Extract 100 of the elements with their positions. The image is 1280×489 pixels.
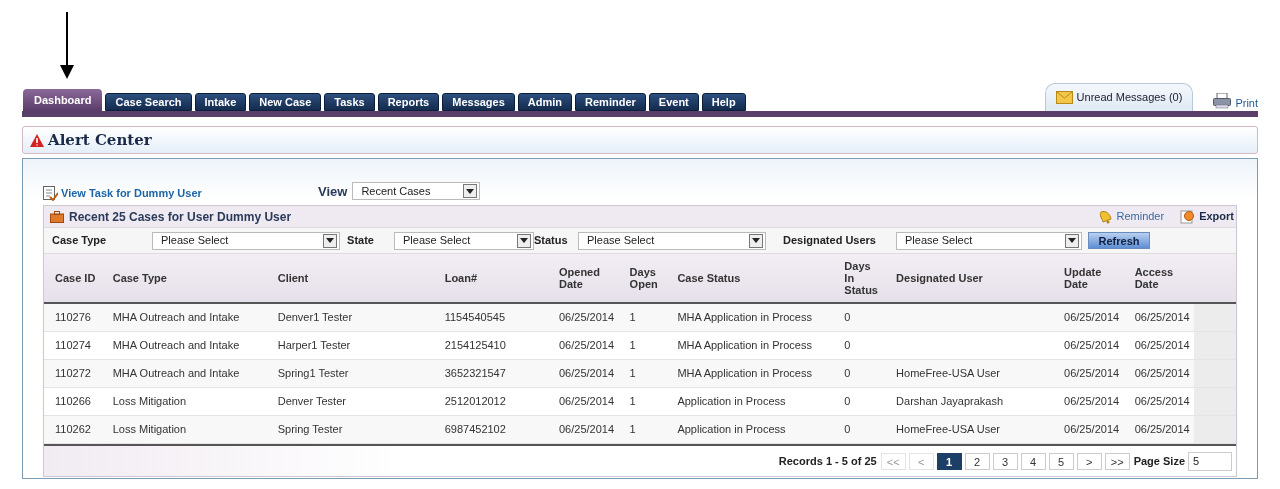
- page-button[interactable]: >>: [1104, 452, 1130, 470]
- nav-tab[interactable]: Admin: [517, 93, 573, 111]
- table-row[interactable]: 110266 Loss Mitigation Denver Tester 2512012012 06/25/2014 1 Application in Process 0 Darshan Jayaprakash 06/25/2014 06/25/2014: [44, 388, 1236, 416]
- page-button[interactable]: >: [1076, 452, 1102, 470]
- table-cell-text: 1154540545: [444, 310, 506, 326]
- table-cell-text: MHA Application in Process: [677, 366, 812, 382]
- page-button[interactable]: 3: [992, 452, 1018, 470]
- column-header[interactable]: Days Open: [629, 266, 658, 290]
- printer-icon[interactable]: [1213, 93, 1232, 109]
- down-arrow-drawing: [60, 12, 74, 79]
- column-header[interactable]: Client: [277, 272, 309, 284]
- table-cell-text: 110262: [55, 422, 91, 438]
- table-row[interactable]: 110262 Loss Mitigation Spring Tester 6987452102 06/25/2014 1 Application in Process 0 HomeFree-USA User 06/25/2014 06/25/2014: [44, 416, 1236, 444]
- nav-tab[interactable]: Intake: [194, 93, 247, 111]
- filter-label: Status: [534, 233, 569, 249]
- export-link[interactable]: Export: [1199, 208, 1234, 225]
- table-cell-text: MHA Outreach and Intake: [112, 366, 240, 382]
- table-cell-text: 06/25/2014: [559, 422, 615, 438]
- table-row[interactable]: 110274 MHA Outreach and Intake Harper1 Tester 2154125410 06/25/2014 1 MHA Application in Process 0 06/25/2014 06/25/2014: [44, 332, 1236, 360]
- alert-center-title: Alert Center: [48, 129, 152, 151]
- column-header[interactable]: Designated User: [896, 272, 983, 284]
- view-task-link[interactable]: View Task for Dummy User: [61, 184, 202, 201]
- table-cell-text: HomeFree-USA User: [896, 366, 1000, 382]
- table-cell-text: Darshan Jayaprakash: [896, 394, 1004, 410]
- table-cell-text: MHA Application in Process: [677, 338, 812, 354]
- refresh-button[interactable]: Refresh: [1088, 232, 1150, 249]
- dropdown-caret-icon[interactable]: [1065, 233, 1079, 248]
- table-cell-text: 06/25/2014: [1134, 394, 1190, 410]
- nav-tab[interactable]: Dashboard: [23, 89, 103, 111]
- table-cell-text: 2154125410: [444, 338, 506, 354]
- table-cell-text: 06/25/2014: [1064, 394, 1120, 410]
- table-cell-text: 06/25/2014: [559, 338, 615, 354]
- page-size-label: Page Size: [1133, 453, 1185, 469]
- table-cell-text: 1: [629, 422, 636, 438]
- page-button[interactable]: 4: [1020, 452, 1046, 470]
- table-cell-text: 06/25/2014: [1064, 366, 1120, 382]
- column-header[interactable]: Case Type: [112, 272, 167, 284]
- nav-tab[interactable]: New Case: [249, 93, 322, 111]
- table-cell-text: 110266: [55, 394, 91, 410]
- reminder-link[interactable]: Reminder: [1116, 208, 1165, 225]
- table-cell-text: 0: [844, 310, 851, 326]
- select-field[interactable]: Please Select: [394, 231, 534, 250]
- nav-tab[interactable]: Case Search: [105, 93, 192, 111]
- dropdown-caret-icon[interactable]: [463, 184, 478, 199]
- nav-tab[interactable]: Reminder: [575, 93, 646, 111]
- column-header[interactable]: Loan#: [444, 272, 478, 284]
- table-cell-text: 06/25/2014: [1064, 310, 1120, 326]
- bell-icon: [1098, 209, 1114, 224]
- table-cell-text: 0: [844, 366, 851, 382]
- dropdown-caret-icon[interactable]: [749, 233, 763, 248]
- table-row[interactable]: 110276 MHA Outreach and Intake Denver1 Tester 1154540545 06/25/2014 1 MHA Application in Process 0 06/25/2014 06/25/2014: [44, 304, 1236, 332]
- table-cell-text: 0: [844, 394, 851, 410]
- table-cell-text: 2512012012: [444, 394, 506, 410]
- select-field[interactable]: Please Select: [152, 231, 340, 250]
- select-field[interactable]: Recent Cases: [352, 182, 481, 201]
- table-cell-text: 3652321547: [444, 366, 506, 382]
- nav-tab[interactable]: Help: [701, 93, 746, 111]
- table-row[interactable]: 110272 MHA Outreach and Intake Spring1 Tester 3652321547 06/25/2014 1 MHA Application in Process 0 HomeFree-USA User 06/25/2014 06/25/2014: [44, 360, 1236, 388]
- column-header[interactable]: Access Date: [1134, 266, 1174, 290]
- nav-tab[interactable]: Tasks: [324, 93, 375, 111]
- table-cell-text: Loss Mitigation: [112, 394, 187, 410]
- print-link[interactable]: Print: [1235, 98, 1258, 109]
- page-button[interactable]: 2: [964, 452, 990, 470]
- table-cell-text: Spring Tester: [277, 422, 343, 438]
- column-header[interactable]: Opened Date: [559, 266, 600, 290]
- column-header[interactable]: Case ID: [55, 272, 96, 284]
- table-cell-text: 110276: [55, 310, 91, 326]
- table-cell-text: Harper1 Tester: [277, 338, 351, 354]
- briefcase-icon: [50, 210, 64, 223]
- table-cell-text: MHA Outreach and Intake: [112, 310, 240, 326]
- column-header[interactable]: Days In Status: [844, 260, 878, 296]
- dropdown-caret-icon[interactable]: [517, 233, 531, 248]
- page-button[interactable]: 1: [936, 452, 962, 470]
- table-cell-text: 0: [844, 422, 851, 438]
- envelope-icon: [1055, 91, 1073, 104]
- page-button[interactable]: 5: [1048, 452, 1074, 470]
- table-cell-text: Denver Tester: [277, 394, 346, 410]
- table-cell-text: Application in Process: [677, 394, 786, 410]
- cases-panel-title: Recent 25 Cases for User Dummy User: [69, 208, 292, 226]
- nav-tab[interactable]: Reports: [377, 93, 440, 111]
- unread-messages-tab[interactable]: Unread Messages (0): [1044, 83, 1194, 111]
- table-cell-text: 0: [844, 338, 851, 354]
- table-cell-text: 06/25/2014: [559, 310, 615, 326]
- filter-label: Designated Users: [782, 233, 877, 249]
- table-cell-text: Loss Mitigation: [112, 422, 187, 438]
- export-icon: [1180, 209, 1196, 224]
- column-header[interactable]: Case Status: [677, 272, 741, 284]
- table-cell-text: 110274: [55, 338, 91, 354]
- nav-tab[interactable]: Event: [648, 93, 699, 111]
- page-size-field[interactable]: 5: [1188, 451, 1232, 471]
- select-field[interactable]: Please Select: [578, 231, 766, 250]
- table-cell-text: 1: [629, 394, 636, 410]
- table-cell-text: Denver1 Tester: [277, 310, 353, 326]
- table-cell-text: 06/25/2014: [1134, 422, 1190, 438]
- column-header[interactable]: Update Date: [1064, 266, 1102, 290]
- dropdown-caret-icon[interactable]: [323, 233, 337, 248]
- table-cell-text: 110272: [55, 366, 91, 382]
- table-cell-text: Application in Process: [677, 422, 786, 438]
- select-field[interactable]: Please Select: [896, 231, 1082, 250]
- nav-tab[interactable]: Messages: [442, 93, 515, 111]
